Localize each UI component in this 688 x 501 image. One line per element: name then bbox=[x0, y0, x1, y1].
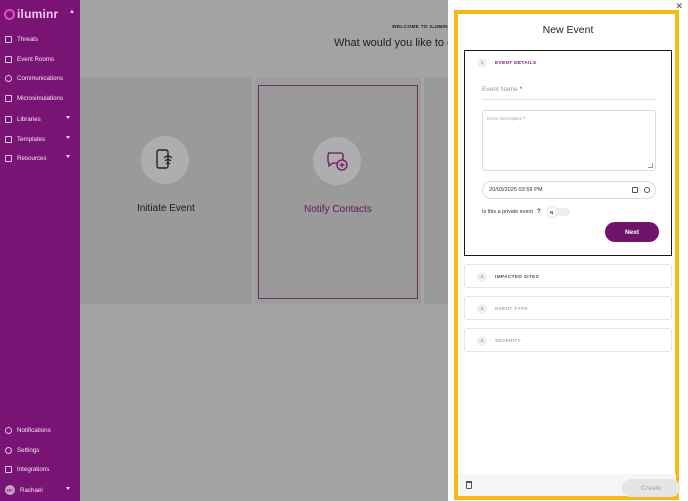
initiate-event-card[interactable]: Initiate Event bbox=[80, 78, 252, 304]
sidebar-item-event-rooms[interactable]: Event Rooms bbox=[0, 50, 80, 68]
sidebar-item-communications[interactable]: Communications bbox=[0, 69, 80, 87]
sidebar-item-label: Microsimulations bbox=[17, 94, 64, 102]
section-header[interactable]: 1 EVENT DETAILS bbox=[465, 51, 671, 75]
action-cards: Initiate Event Notify Contacts bbox=[80, 78, 448, 304]
sidebar-item-label: Resources bbox=[17, 154, 47, 162]
partial-card[interactable] bbox=[424, 78, 448, 304]
sidebar-item-label: Threats bbox=[17, 35, 38, 43]
step-number: 2 bbox=[477, 272, 487, 282]
sidebar-item-settings[interactable]: Settings bbox=[0, 441, 80, 459]
section-title: IMPACTED SITES bbox=[495, 274, 540, 280]
event-name-placeholder: Event Name bbox=[482, 86, 518, 93]
sidebar-item-microsimulations[interactable]: Microsimulations bbox=[0, 89, 80, 107]
chevron-down-icon bbox=[66, 487, 70, 490]
calendar-icon[interactable] bbox=[632, 187, 638, 193]
sidebar-item-resources[interactable]: Resources bbox=[0, 149, 80, 167]
section-event-details: 1 EVENT DETAILS Event Name * Event Descr… bbox=[464, 50, 672, 256]
microsimulations-icon bbox=[5, 94, 12, 102]
touch-phone-icon bbox=[141, 136, 189, 184]
logo-icon bbox=[4, 8, 15, 20]
initiate-event-label: Initiate Event bbox=[137, 203, 195, 214]
threats-icon bbox=[5, 35, 12, 43]
brand-name: iluminr bbox=[17, 7, 59, 21]
communications-icon bbox=[5, 74, 12, 82]
chevron-down-icon bbox=[66, 136, 70, 139]
step-number: 4 bbox=[477, 336, 487, 346]
sidebar: iluminr ▲ Threats Event Rooms Communicat… bbox=[0, 0, 80, 501]
section-event-type[interactable]: 3 EVENT TYPE bbox=[464, 296, 672, 320]
panel-footer: Create bbox=[458, 474, 680, 497]
page-title: What would you like to do bbox=[334, 37, 460, 49]
sidebar-item-label: Notifications bbox=[17, 426, 51, 434]
sidebar-item-templates[interactable]: Templates bbox=[0, 130, 80, 148]
sidebar-item-label: Integrations bbox=[17, 465, 50, 473]
welcome-heading: WELCOME TO ILUMINR bbox=[392, 25, 452, 30]
required-mark: * bbox=[523, 116, 526, 121]
sidebar-item-label: Libraries bbox=[17, 115, 41, 123]
new-event-panel: ✕ New Event 1 EVENT DETAILS Event Name *… bbox=[448, 0, 688, 501]
event-datetime-value: 20/03/2025 03:59 PM bbox=[489, 187, 543, 193]
gear-icon bbox=[5, 446, 12, 454]
private-event-toggle[interactable]: N bbox=[546, 207, 570, 217]
sidebar-item-label: Templates bbox=[17, 135, 46, 143]
notify-contacts-card[interactable]: Notify Contacts bbox=[258, 85, 418, 299]
touch-phone-icon-svg bbox=[156, 149, 173, 169]
brand-logo[interactable]: iluminr ▲ bbox=[4, 6, 80, 22]
section-severity[interactable]: 4 SEVERITY bbox=[464, 328, 672, 352]
section-impacted-sites[interactable]: 2 IMPACTED SITES bbox=[464, 264, 672, 288]
event-description-input[interactable]: Event Description * bbox=[482, 110, 656, 171]
trash-icon[interactable] bbox=[466, 481, 472, 489]
sidebar-item-label: Event Rooms bbox=[17, 55, 55, 63]
libraries-icon bbox=[5, 115, 12, 123]
sidebar-item-label: Settings bbox=[17, 446, 40, 454]
step-number: 1 bbox=[477, 58, 487, 68]
notify-contacts-label: Notify Contacts bbox=[304, 204, 372, 215]
clock-icon[interactable] bbox=[644, 187, 650, 193]
section-header[interactable]: 2 IMPACTED SITES bbox=[465, 265, 671, 289]
sidebar-item-label: Communications bbox=[17, 74, 64, 82]
required-mark: * bbox=[519, 86, 523, 93]
avatar: RF bbox=[5, 485, 15, 495]
templates-icon bbox=[5, 135, 12, 143]
section-title: EVENT TYPE bbox=[495, 306, 528, 312]
sidebar-item-threats[interactable]: Threats bbox=[0, 30, 80, 48]
chevron-down-icon bbox=[66, 155, 70, 158]
next-button[interactable]: Next bbox=[605, 222, 659, 242]
bell-icon bbox=[5, 426, 12, 434]
section-title: EVENT DETAILS bbox=[495, 60, 537, 66]
create-button[interactable]: Create bbox=[622, 479, 680, 497]
help-icon[interactable]: ? bbox=[537, 209, 541, 215]
toggle-knob: N bbox=[546, 207, 557, 217]
chat-add-icon bbox=[313, 137, 361, 185]
event-description-placeholder: Event Description bbox=[487, 116, 523, 121]
section-title: SEVERITY bbox=[495, 338, 522, 344]
event-name-input[interactable]: Event Name * bbox=[482, 86, 656, 100]
event-datetime-field[interactable]: 20/03/2025 03:59 PM bbox=[482, 181, 656, 199]
sidebar-item-integrations[interactable]: Integrations bbox=[0, 460, 80, 478]
resources-icon bbox=[5, 154, 12, 162]
sidebar-item-libraries[interactable]: Libraries bbox=[0, 110, 80, 128]
section-header[interactable]: 3 EVENT TYPE bbox=[465, 297, 671, 321]
sidebar-item-notifications[interactable]: Notifications bbox=[0, 421, 80, 439]
private-event-label: Is this a private event bbox=[482, 209, 533, 215]
user-name: Rachael bbox=[20, 486, 43, 494]
card-divider bbox=[252, 78, 255, 304]
resize-handle-icon[interactable] bbox=[648, 163, 653, 168]
alert-icon[interactable]: ▲ bbox=[69, 9, 75, 15]
panel-title: New Event bbox=[542, 24, 594, 36]
user-menu[interactable]: RF Rachael bbox=[0, 481, 80, 499]
section-header[interactable]: 4 SEVERITY bbox=[465, 329, 671, 353]
private-event-row: Is this a private event ? N bbox=[482, 207, 570, 217]
event-rooms-icon bbox=[5, 55, 12, 63]
chat-add-icon-svg bbox=[327, 152, 348, 171]
step-number: 3 bbox=[477, 304, 487, 314]
chevron-down-icon bbox=[66, 116, 70, 119]
link-icon bbox=[5, 465, 12, 473]
main-content: WELCOME TO ILUMINR What would you like t… bbox=[80, 0, 526, 501]
